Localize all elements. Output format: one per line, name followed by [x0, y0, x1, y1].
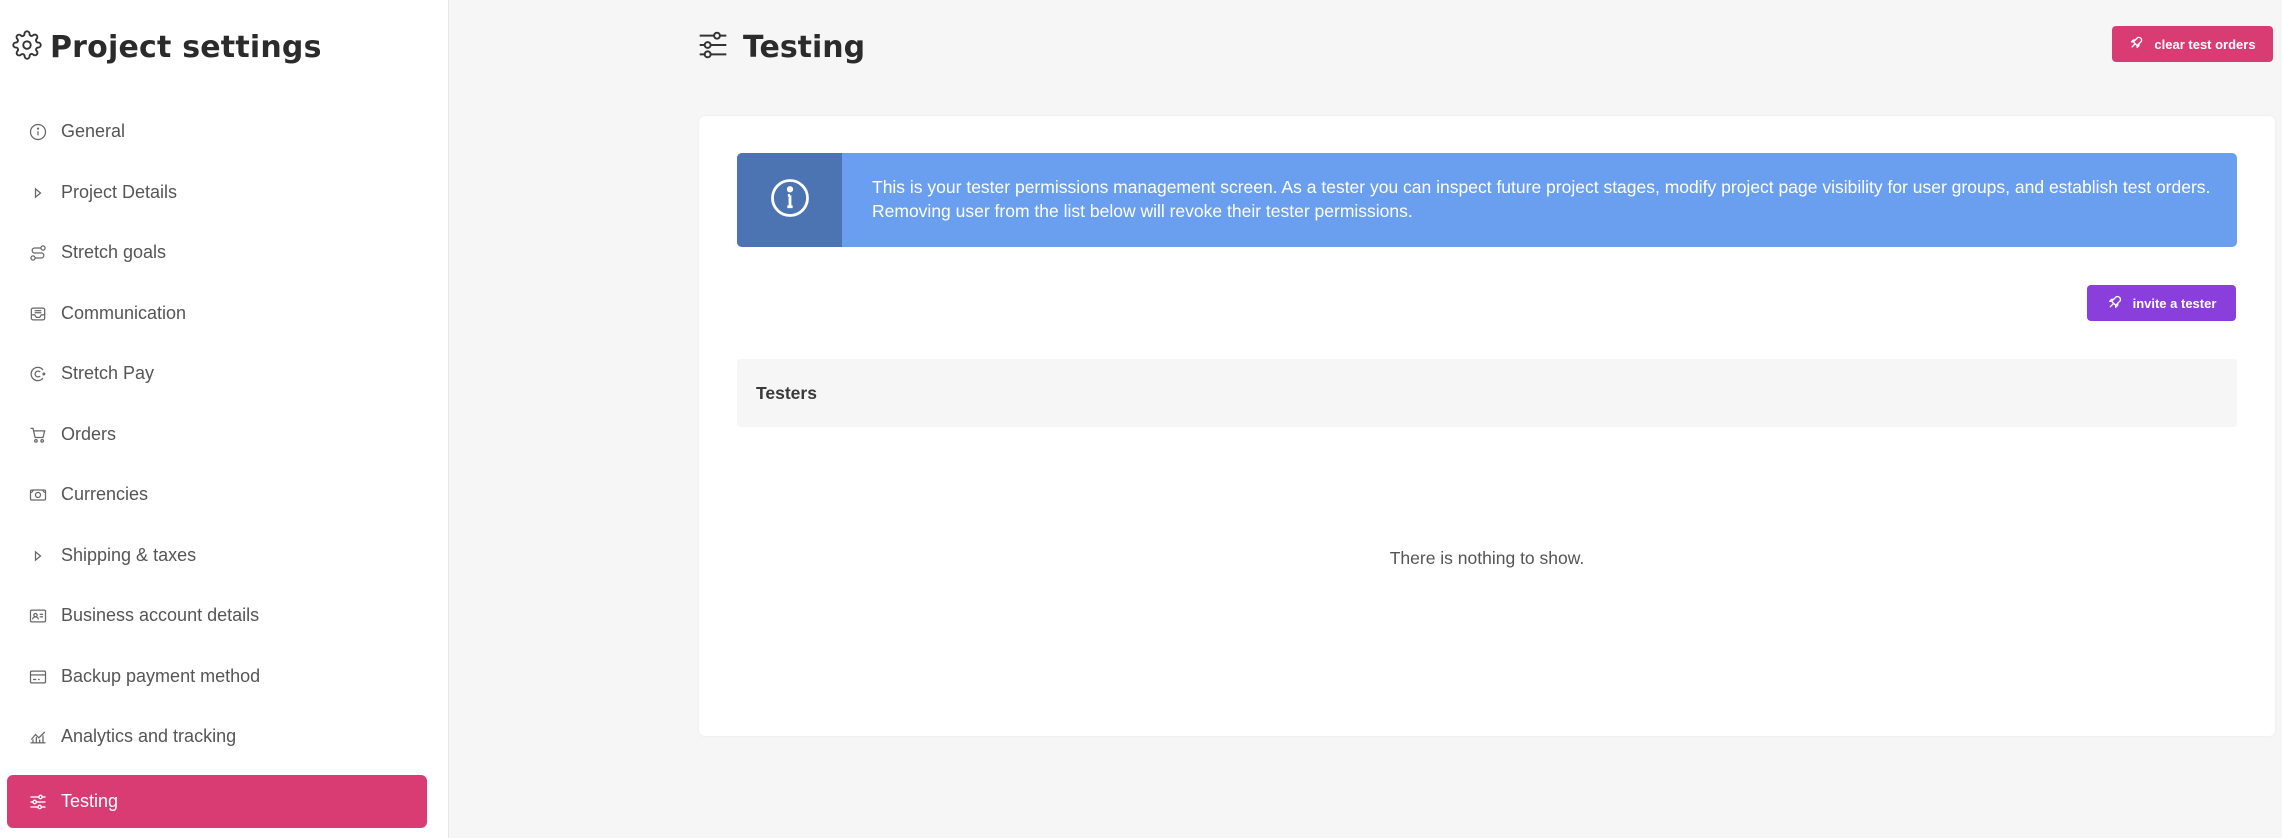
- info-banner: This is your tester permissions manageme…: [737, 153, 2237, 247]
- sidebar-item-label: Communication: [61, 303, 187, 323]
- clear-test-orders-button[interactable]: clear test orders: [2112, 26, 2273, 62]
- testers-heading: Testers: [756, 382, 817, 403]
- info-circle-icon: [769, 177, 811, 224]
- sidebar-item-currencies[interactable]: Currencies: [7, 468, 427, 521]
- sidebar-item-label: Stretch goals: [61, 242, 167, 262]
- sidebar-item-orders[interactable]: Orders: [7, 408, 427, 461]
- sidebar-item-stretch-goals[interactable]: Stretch goals: [7, 226, 427, 279]
- credit-card-icon: [27, 666, 49, 688]
- sidebar-item-backup-payment[interactable]: Backup payment method: [7, 650, 427, 703]
- clear-test-orders-label: clear test orders: [2154, 36, 2256, 52]
- sidebar-item-label: General: [61, 121, 126, 141]
- sidebar-item-stretch-pay[interactable]: Stretch Pay: [7, 347, 427, 400]
- sidebar-item-label: Testing: [61, 791, 119, 811]
- inbox-icon: [27, 303, 49, 325]
- id-card-icon: [27, 605, 49, 627]
- empty-state-text: There is nothing to show.: [1389, 548, 1585, 568]
- testing-card: This is your tester permissions manageme…: [699, 116, 2275, 736]
- page-header: Testing: [697, 24, 865, 70]
- sliders-icon: [697, 29, 729, 66]
- info-circle-icon: [27, 121, 49, 143]
- sidebar-title: Project settings: [50, 29, 322, 65]
- sidebar-item-label: Backup payment method: [61, 666, 261, 686]
- route-icon: [27, 242, 49, 264]
- sidebar-item-project-details[interactable]: Project Details: [7, 166, 427, 219]
- cart-icon: [27, 424, 49, 446]
- sidebar-item-business-account[interactable]: Business account details: [7, 589, 427, 642]
- gear-icon: [12, 29, 42, 65]
- testers-table-header: Testers: [737, 359, 2237, 427]
- caret-right-icon: [27, 182, 49, 204]
- rocket-icon: [2107, 294, 2123, 313]
- caret-right-icon: [27, 545, 49, 567]
- sidebar-item-general[interactable]: General: [7, 105, 427, 158]
- sidebar-item-label: Shipping & taxes: [61, 545, 197, 565]
- sidebar-item-communication[interactable]: Communication: [7, 287, 427, 340]
- sidebar: Project settings General Project Details…: [0, 0, 449, 838]
- invite-tester-label: invite a tester: [2132, 295, 2217, 311]
- sidebar-item-label: Stretch Pay: [61, 363, 155, 383]
- sidebar-item-shipping-taxes[interactable]: Shipping & taxes: [7, 529, 427, 582]
- cash-icon: [27, 484, 49, 506]
- invite-tester-button[interactable]: invite a tester: [2087, 285, 2236, 321]
- sidebar-item-label: Currencies: [61, 484, 149, 504]
- page-title: Testing: [743, 29, 866, 65]
- stretchpay-icon: [27, 363, 49, 385]
- info-banner-text: This is your tester permissions manageme…: [872, 177, 2211, 221]
- sidebar-item-label: Orders: [61, 424, 117, 444]
- chart-icon: [27, 726, 49, 748]
- sidebar-item-testing[interactable]: Testing: [7, 775, 427, 828]
- sliders-icon: [27, 791, 49, 813]
- info-banner-icon-area: [737, 153, 842, 247]
- sidebar-item-label: Business account details: [61, 605, 260, 625]
- rocket-icon: [2129, 35, 2144, 53]
- sidebar-header: Project settings: [12, 22, 322, 72]
- sidebar-item-label: Project Details: [61, 182, 178, 202]
- sidebar-item-analytics[interactable]: Analytics and tracking: [7, 710, 427, 763]
- sidebar-item-label: Analytics and tracking: [61, 726, 237, 746]
